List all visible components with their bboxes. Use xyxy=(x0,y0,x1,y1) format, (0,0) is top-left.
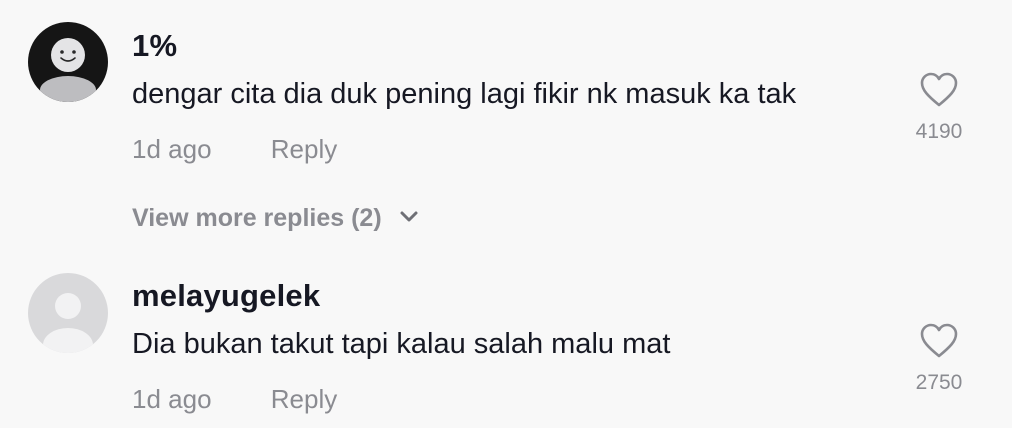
like-group: 4190 xyxy=(906,72,972,144)
comment-meta: 1d ago Reply xyxy=(132,384,337,415)
heart-icon[interactable] xyxy=(920,72,958,108)
default-user-avatar-icon[interactable] xyxy=(28,273,108,353)
comment-text: Dia bukan takut tapi kalau salah malu ma… xyxy=(132,328,671,360)
like-count: 4190 xyxy=(915,120,963,143)
comment-text: dengar cita dia duk pening lagi fikir nk… xyxy=(132,78,797,110)
comment-timestamp: 1d ago xyxy=(132,384,212,414)
reply-button[interactable]: Reply xyxy=(271,134,337,164)
chevron-down-icon xyxy=(400,211,418,222)
comment-timestamp: 1d ago xyxy=(132,134,212,164)
like-group: 2750 xyxy=(906,323,972,395)
like-count: 2750 xyxy=(915,371,963,394)
view-more-replies-button[interactable]: View more replies (2) xyxy=(132,204,419,233)
comment-username[interactable]: 1% xyxy=(132,28,177,64)
comment-username[interactable]: melayugelek xyxy=(132,278,320,314)
reply-button[interactable]: Reply xyxy=(271,384,337,414)
view-more-replies-label: View more replies (2) xyxy=(132,204,382,232)
smiley-avatar-icon[interactable] xyxy=(28,22,108,102)
comment-meta: 1d ago Reply xyxy=(132,134,337,165)
heart-icon[interactable] xyxy=(920,323,958,359)
